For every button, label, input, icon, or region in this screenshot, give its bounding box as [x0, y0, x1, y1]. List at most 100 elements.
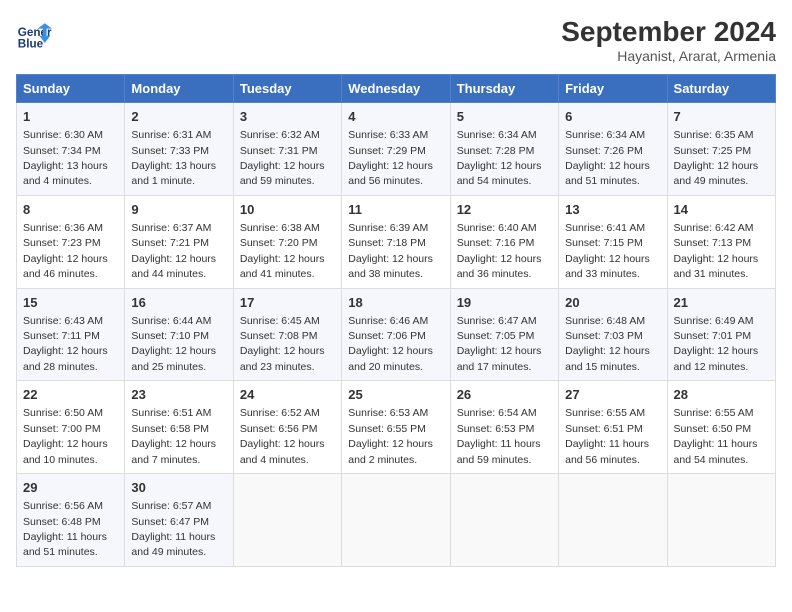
calendar-cell: 26 Sunrise: 6:54 AMSunset: 6:53 PMDaylig…	[450, 381, 558, 474]
calendar-day-header: Tuesday	[233, 75, 341, 103]
calendar-cell	[559, 474, 667, 567]
page-header: General Blue September 2024 Hayanist, Ar…	[16, 16, 776, 64]
calendar-cell: 16 Sunrise: 6:44 AMSunset: 7:10 PMDaylig…	[125, 288, 233, 381]
calendar-cell: 2 Sunrise: 6:31 AMSunset: 7:33 PMDayligh…	[125, 103, 233, 196]
location-subtitle: Hayanist, Ararat, Armenia	[561, 48, 776, 64]
title-area: September 2024 Hayanist, Ararat, Armenia	[561, 16, 776, 64]
calendar-cell: 14 Sunrise: 6:42 AMSunset: 7:13 PMDaylig…	[667, 195, 775, 288]
calendar-cell: 15 Sunrise: 6:43 AMSunset: 7:11 PMDaylig…	[17, 288, 125, 381]
day-info: Sunrise: 6:40 AMSunset: 7:16 PMDaylight:…	[457, 222, 542, 280]
calendar-cell: 19 Sunrise: 6:47 AMSunset: 7:05 PMDaylig…	[450, 288, 558, 381]
calendar-cell: 11 Sunrise: 6:39 AMSunset: 7:18 PMDaylig…	[342, 195, 450, 288]
calendar-day-header: Sunday	[17, 75, 125, 103]
calendar-cell: 1 Sunrise: 6:30 AMSunset: 7:34 PMDayligh…	[17, 103, 125, 196]
day-info: Sunrise: 6:55 AMSunset: 6:50 PMDaylight:…	[674, 407, 758, 465]
calendar-week-row: 1 Sunrise: 6:30 AMSunset: 7:34 PMDayligh…	[17, 103, 776, 196]
day-number: 3	[240, 108, 335, 126]
day-number: 5	[457, 108, 552, 126]
day-info: Sunrise: 6:36 AMSunset: 7:23 PMDaylight:…	[23, 222, 108, 280]
calendar-cell: 10 Sunrise: 6:38 AMSunset: 7:20 PMDaylig…	[233, 195, 341, 288]
day-number: 7	[674, 108, 769, 126]
day-number: 22	[23, 386, 118, 404]
calendar-cell: 20 Sunrise: 6:48 AMSunset: 7:03 PMDaylig…	[559, 288, 667, 381]
day-number: 30	[131, 479, 226, 497]
day-info: Sunrise: 6:53 AMSunset: 6:55 PMDaylight:…	[348, 407, 433, 465]
day-info: Sunrise: 6:39 AMSunset: 7:18 PMDaylight:…	[348, 222, 433, 280]
calendar-table: SundayMondayTuesdayWednesdayThursdayFrid…	[16, 74, 776, 567]
day-info: Sunrise: 6:30 AMSunset: 7:34 PMDaylight:…	[23, 129, 108, 187]
calendar-cell: 30 Sunrise: 6:57 AMSunset: 6:47 PMDaylig…	[125, 474, 233, 567]
day-number: 29	[23, 479, 118, 497]
day-number: 9	[131, 201, 226, 219]
day-number: 20	[565, 294, 660, 312]
calendar-cell: 23 Sunrise: 6:51 AMSunset: 6:58 PMDaylig…	[125, 381, 233, 474]
calendar-week-row: 15 Sunrise: 6:43 AMSunset: 7:11 PMDaylig…	[17, 288, 776, 381]
day-info: Sunrise: 6:51 AMSunset: 6:58 PMDaylight:…	[131, 407, 216, 465]
day-number: 10	[240, 201, 335, 219]
calendar-cell: 12 Sunrise: 6:40 AMSunset: 7:16 PMDaylig…	[450, 195, 558, 288]
calendar-cell	[667, 474, 775, 567]
logo-icon: General Blue	[16, 16, 52, 52]
calendar-cell: 27 Sunrise: 6:55 AMSunset: 6:51 PMDaylig…	[559, 381, 667, 474]
calendar-day-header: Saturday	[667, 75, 775, 103]
calendar-cell: 4 Sunrise: 6:33 AMSunset: 7:29 PMDayligh…	[342, 103, 450, 196]
day-number: 4	[348, 108, 443, 126]
calendar-cell: 6 Sunrise: 6:34 AMSunset: 7:26 PMDayligh…	[559, 103, 667, 196]
calendar-cell: 7 Sunrise: 6:35 AMSunset: 7:25 PMDayligh…	[667, 103, 775, 196]
day-number: 24	[240, 386, 335, 404]
day-info: Sunrise: 6:38 AMSunset: 7:20 PMDaylight:…	[240, 222, 325, 280]
day-number: 6	[565, 108, 660, 126]
day-info: Sunrise: 6:31 AMSunset: 7:33 PMDaylight:…	[131, 129, 216, 187]
day-info: Sunrise: 6:46 AMSunset: 7:06 PMDaylight:…	[348, 315, 433, 373]
day-info: Sunrise: 6:50 AMSunset: 7:00 PMDaylight:…	[23, 407, 108, 465]
calendar-cell	[450, 474, 558, 567]
day-number: 14	[674, 201, 769, 219]
day-number: 18	[348, 294, 443, 312]
day-number: 17	[240, 294, 335, 312]
day-info: Sunrise: 6:52 AMSunset: 6:56 PMDaylight:…	[240, 407, 325, 465]
calendar-day-header: Monday	[125, 75, 233, 103]
day-number: 1	[23, 108, 118, 126]
calendar-cell: 22 Sunrise: 6:50 AMSunset: 7:00 PMDaylig…	[17, 381, 125, 474]
day-info: Sunrise: 6:34 AMSunset: 7:26 PMDaylight:…	[565, 129, 650, 187]
day-number: 21	[674, 294, 769, 312]
calendar-week-row: 8 Sunrise: 6:36 AMSunset: 7:23 PMDayligh…	[17, 195, 776, 288]
calendar-cell: 24 Sunrise: 6:52 AMSunset: 6:56 PMDaylig…	[233, 381, 341, 474]
day-info: Sunrise: 6:48 AMSunset: 7:03 PMDaylight:…	[565, 315, 650, 373]
day-number: 16	[131, 294, 226, 312]
day-info: Sunrise: 6:35 AMSunset: 7:25 PMDaylight:…	[674, 129, 759, 187]
calendar-cell: 8 Sunrise: 6:36 AMSunset: 7:23 PMDayligh…	[17, 195, 125, 288]
calendar-cell: 28 Sunrise: 6:55 AMSunset: 6:50 PMDaylig…	[667, 381, 775, 474]
calendar-cell: 18 Sunrise: 6:46 AMSunset: 7:06 PMDaylig…	[342, 288, 450, 381]
calendar-day-header: Friday	[559, 75, 667, 103]
day-info: Sunrise: 6:41 AMSunset: 7:15 PMDaylight:…	[565, 222, 650, 280]
day-number: 28	[674, 386, 769, 404]
day-info: Sunrise: 6:43 AMSunset: 7:11 PMDaylight:…	[23, 315, 108, 373]
calendar-cell: 25 Sunrise: 6:53 AMSunset: 6:55 PMDaylig…	[342, 381, 450, 474]
calendar-header-row: SundayMondayTuesdayWednesdayThursdayFrid…	[17, 75, 776, 103]
day-number: 11	[348, 201, 443, 219]
day-info: Sunrise: 6:56 AMSunset: 6:48 PMDaylight:…	[23, 500, 107, 558]
calendar-cell: 29 Sunrise: 6:56 AMSunset: 6:48 PMDaylig…	[17, 474, 125, 567]
day-number: 19	[457, 294, 552, 312]
day-info: Sunrise: 6:37 AMSunset: 7:21 PMDaylight:…	[131, 222, 216, 280]
month-year-title: September 2024	[561, 16, 776, 48]
day-number: 25	[348, 386, 443, 404]
calendar-cell: 3 Sunrise: 6:32 AMSunset: 7:31 PMDayligh…	[233, 103, 341, 196]
calendar-week-row: 22 Sunrise: 6:50 AMSunset: 7:00 PMDaylig…	[17, 381, 776, 474]
day-info: Sunrise: 6:44 AMSunset: 7:10 PMDaylight:…	[131, 315, 216, 373]
day-info: Sunrise: 6:57 AMSunset: 6:47 PMDaylight:…	[131, 500, 215, 558]
day-info: Sunrise: 6:34 AMSunset: 7:28 PMDaylight:…	[457, 129, 542, 187]
calendar-cell: 13 Sunrise: 6:41 AMSunset: 7:15 PMDaylig…	[559, 195, 667, 288]
day-number: 23	[131, 386, 226, 404]
day-number: 13	[565, 201, 660, 219]
svg-text:Blue: Blue	[18, 38, 44, 51]
calendar-day-header: Wednesday	[342, 75, 450, 103]
day-info: Sunrise: 6:45 AMSunset: 7:08 PMDaylight:…	[240, 315, 325, 373]
calendar-cell: 9 Sunrise: 6:37 AMSunset: 7:21 PMDayligh…	[125, 195, 233, 288]
day-info: Sunrise: 6:54 AMSunset: 6:53 PMDaylight:…	[457, 407, 541, 465]
day-info: Sunrise: 6:55 AMSunset: 6:51 PMDaylight:…	[565, 407, 649, 465]
calendar-cell	[342, 474, 450, 567]
calendar-cell: 17 Sunrise: 6:45 AMSunset: 7:08 PMDaylig…	[233, 288, 341, 381]
day-info: Sunrise: 6:33 AMSunset: 7:29 PMDaylight:…	[348, 129, 433, 187]
